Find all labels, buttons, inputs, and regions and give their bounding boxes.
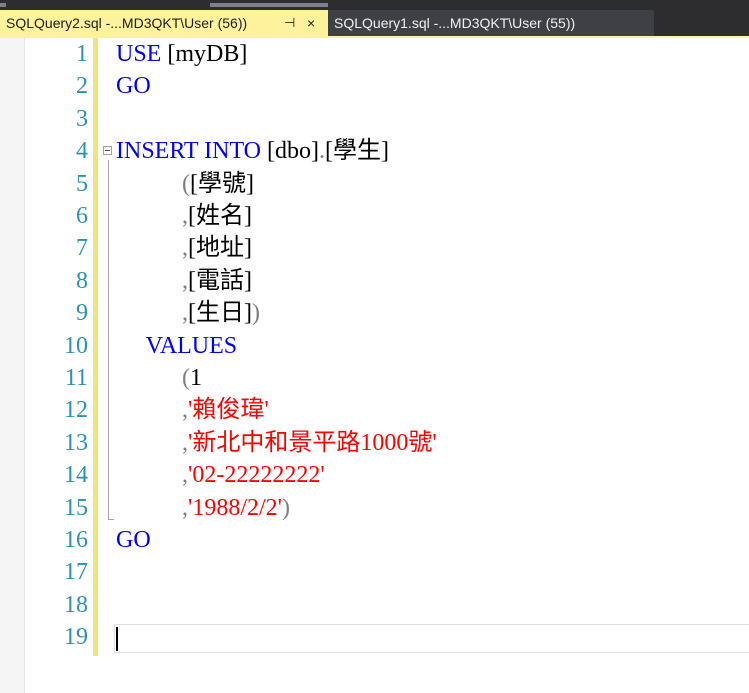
code-text: GO xyxy=(116,70,151,102)
strip-segment xyxy=(0,3,6,7)
sql-keyword: INSERT xyxy=(116,138,199,165)
code-text: ,[地址] xyxy=(116,232,252,264)
line-number: 11 xyxy=(64,365,88,391)
sql-keyword: GO xyxy=(116,73,151,100)
line-number: 12 xyxy=(64,397,88,424)
line-number: 1 xyxy=(76,41,88,67)
line-number: 2 xyxy=(76,73,88,100)
line-number: 18 xyxy=(64,591,88,618)
tab-label: SQLQuery1.sql -...MD3QKT\User (55)) xyxy=(334,15,576,31)
code-token: [地址] xyxy=(188,235,252,262)
line-number: 5 xyxy=(76,170,88,197)
code-line[interactable]: 16 GO xyxy=(0,524,749,556)
code-line[interactable]: 5 ([學號] xyxy=(0,168,749,200)
line-number: 10 xyxy=(64,332,88,359)
line-number: 4 xyxy=(76,138,88,165)
code-text: ,'賴俊瑋' xyxy=(116,394,269,426)
line-number: 6 xyxy=(76,203,88,229)
code-line[interactable]: 7 ,[地址] xyxy=(0,232,749,264)
code-token: [電話] xyxy=(188,267,252,294)
operator: ) xyxy=(281,494,290,521)
code-line[interactable]: 1 USE [myDB] xyxy=(0,38,749,70)
code-token: 1 xyxy=(190,365,202,391)
operator: ) xyxy=(251,300,260,327)
string-literal: '賴俊瑋' xyxy=(188,397,269,424)
pin-icon[interactable]: ⊣ xyxy=(284,10,295,36)
code-line[interactable]: 8 ,[電話] xyxy=(0,265,749,297)
code-token: [myDB] xyxy=(161,41,248,67)
code-line[interactable]: 9 ,[生日]) xyxy=(0,297,749,329)
string-literal: '新北中和景平路1000號' xyxy=(188,429,437,456)
line-number: 14 xyxy=(64,462,88,489)
sql-keyword: INTO xyxy=(204,138,262,165)
line-number: 15 xyxy=(64,494,88,521)
line-number: 17 xyxy=(64,559,88,586)
code-token: [學生] xyxy=(325,138,389,165)
line-number: 16 xyxy=(64,527,88,553)
code-text: (1 xyxy=(116,362,202,394)
code-text: ,[電話] xyxy=(116,265,252,297)
code-text: ,'1988/2/2') xyxy=(116,492,290,524)
title-strip xyxy=(0,0,749,10)
code-text: VALUES xyxy=(116,330,238,362)
line-number: 8 xyxy=(76,267,88,294)
close-icon[interactable]: × xyxy=(307,10,315,36)
sql-keyword: VALUES xyxy=(145,332,238,359)
string-literal: '02-22222222' xyxy=(188,462,325,489)
code-token: [生日] xyxy=(188,300,252,327)
code-text: ,'02-22222222' xyxy=(116,459,325,491)
tab-sqlquery2[interactable]: SQLQuery2.sql -...MD3QKT\User (56)) ⊣ × xyxy=(0,10,328,36)
document-tab-bar: SQLQuery2.sql -...MD3QKT\User (56)) ⊣ × … xyxy=(0,10,749,36)
code-token: [dbo] xyxy=(261,138,319,165)
operator: ( xyxy=(182,365,190,391)
code-line[interactable]: 12 ,'賴俊瑋' xyxy=(0,394,749,426)
code-text: ([學號] xyxy=(116,168,254,200)
text-caret xyxy=(116,627,118,651)
line-number: 19 xyxy=(64,624,88,651)
line-number: 9 xyxy=(76,300,88,327)
code-line[interactable]: 14 ,'02-22222222' xyxy=(0,459,749,491)
code-text: INSERT INTO [dbo].[學生] xyxy=(116,135,389,167)
code-token: [學號] xyxy=(190,170,254,197)
operator: ( xyxy=(182,170,190,197)
code-line[interactable]: 15 ,'1988/2/2') xyxy=(0,492,749,524)
code-text: ,'新北中和景平路1000號' xyxy=(116,427,437,459)
code-line[interactable]: 13 ,'新北中和景平路1000號' xyxy=(0,427,749,459)
code-line[interactable]: 19 xyxy=(0,621,749,653)
tab-label: SQLQuery2.sql -...MD3QKT\User (56)) xyxy=(6,15,248,31)
code-line[interactable]: 10 VALUES xyxy=(0,330,749,362)
code-line[interactable]: 4 INSERT INTO [dbo].[學生] xyxy=(0,135,749,167)
sql-keyword: GO xyxy=(116,527,151,553)
code-line[interactable]: 18 xyxy=(0,589,749,621)
code-line[interactable]: 2 GO xyxy=(0,70,749,102)
code-text: ,[姓名] xyxy=(116,200,252,232)
strip-segment xyxy=(210,3,328,7)
line-number: 13 xyxy=(64,429,88,456)
code-token: [姓名] xyxy=(188,203,252,229)
code-line[interactable]: 6 ,[姓名] xyxy=(0,200,749,232)
code-text: ,[生日]) xyxy=(116,297,260,329)
code-line[interactable]: 17 xyxy=(0,556,749,588)
line-number: 7 xyxy=(76,235,88,262)
tab-sqlquery1[interactable]: SQLQuery1.sql -...MD3QKT\User (55)) xyxy=(328,10,654,36)
string-literal: '1988/2/2' xyxy=(188,494,282,521)
code-text: USE [myDB] xyxy=(116,38,247,70)
line-number: 3 xyxy=(76,105,88,132)
sql-editor[interactable]: 1 USE [myDB] 2 GO 3 4 INSERT INTO [dbo].[學生] 5 … xyxy=(0,38,749,693)
code-line[interactable]: 3 xyxy=(0,103,749,135)
sql-keyword: USE xyxy=(116,41,162,67)
code-text: GO xyxy=(116,524,151,556)
code-line[interactable]: 11 (1 xyxy=(0,362,749,394)
